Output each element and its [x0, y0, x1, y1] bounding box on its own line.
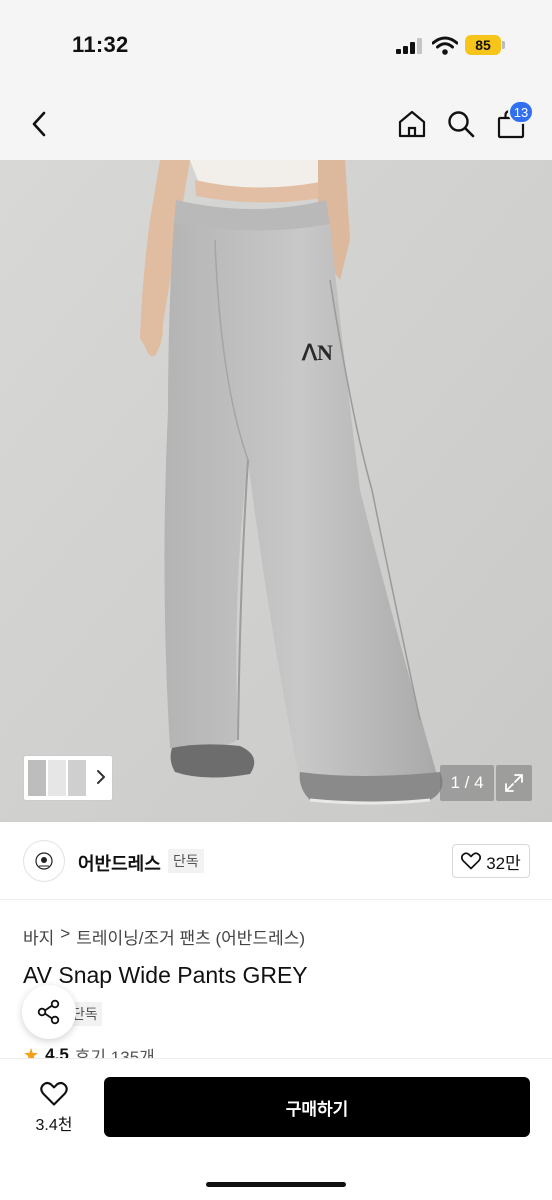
brand-exclusive-tag: 단독: [168, 849, 204, 873]
status-bar: 11:32 85: [0, 0, 552, 90]
home-icon: [398, 110, 426, 138]
signal-icon: [396, 38, 424, 54]
brand-like-count: 32만: [486, 853, 521, 873]
wifi-icon: [431, 36, 459, 56]
brand-logo[interactable]: [23, 840, 65, 882]
product-image[interactable]: ꓥN: [0, 160, 552, 822]
status-time: 11:32: [72, 32, 129, 57]
battery-icon: 85: [465, 35, 501, 55]
brand-row: 어반드레스 단독 32만: [0, 822, 552, 900]
top-nav-bar: [0, 90, 552, 160]
breadcrumb-item[interactable]: 바지: [23, 924, 54, 949]
product-title: AV Snap Wide Pants GREY: [23, 962, 308, 988]
battery-tip: [502, 41, 505, 49]
breadcrumb: 바지 > 트레이닝/조거 팬츠 (어반드레스): [23, 924, 305, 949]
search-icon: [448, 111, 475, 138]
wishlist-button[interactable]: 3.4천: [22, 1077, 86, 1139]
share-icon: [37, 999, 60, 1025]
expand-icon: [505, 774, 523, 792]
thumbnail[interactable]: [48, 760, 66, 796]
wishlist-count: 3.4천: [35, 1117, 73, 1134]
chevron-left-icon: [32, 111, 46, 137]
heart-icon: [461, 852, 482, 870]
bottom-action-bar: 3.4천 구매하기: [0, 1058, 552, 1200]
breadcrumb-item[interactable]: 트레이닝/조거 팬츠 (어반드레스): [76, 924, 305, 949]
heart-icon: [40, 1081, 68, 1106]
home-indicator: [206, 1182, 346, 1187]
image-thumbnail-strip[interactable]: [23, 755, 113, 801]
chevron-right-icon: [97, 770, 105, 784]
search-button[interactable]: [439, 102, 483, 146]
brand-name[interactable]: 어반드레스: [78, 850, 161, 876]
expand-button[interactable]: [496, 765, 532, 801]
buy-button[interactable]: 구매하기: [104, 1077, 530, 1137]
brand-like-button[interactable]: 32만: [452, 844, 530, 878]
battery-level: 85: [475, 37, 491, 53]
thumbnail[interactable]: [28, 760, 46, 796]
image-counter: 1 / 4: [440, 765, 494, 801]
home-button[interactable]: [390, 102, 434, 146]
share-button[interactable]: [22, 985, 76, 1039]
cart-count-badge: 13: [508, 100, 534, 124]
breadcrumb-separator: >: [60, 924, 71, 943]
back-button[interactable]: [18, 102, 62, 146]
thumbnail[interactable]: [68, 760, 86, 796]
svg-text:ꓥN: ꓥN: [301, 340, 333, 365]
